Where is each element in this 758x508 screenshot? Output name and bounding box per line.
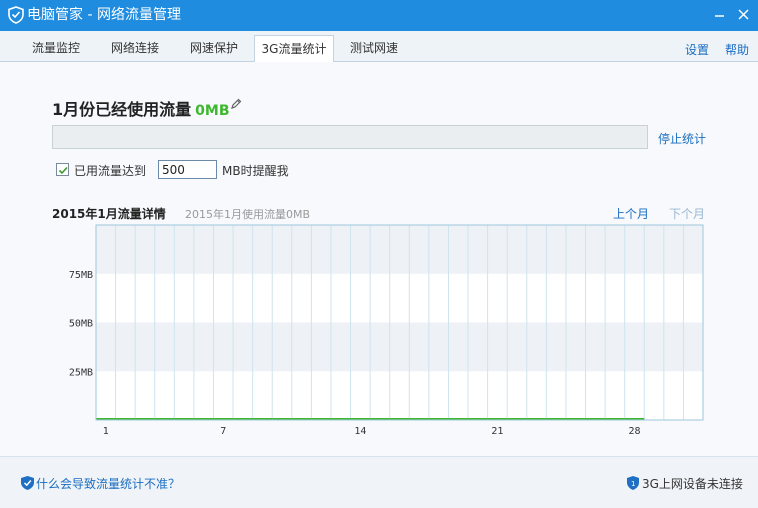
edit-pencil-icon[interactable] bbox=[230, 98, 242, 110]
usage-amount: 0MB bbox=[195, 103, 230, 119]
chart-band bbox=[96, 273, 703, 323]
title-bar: 电脑管家 - 网络流量管理 bbox=[0, 0, 758, 31]
chart-xtick-label: 7 bbox=[220, 426, 226, 437]
chart-xtick-label: 28 bbox=[628, 426, 640, 437]
shield-help-icon bbox=[20, 475, 35, 491]
chart-xtick-label: 21 bbox=[491, 426, 503, 437]
close-button[interactable] bbox=[734, 5, 754, 25]
help-link[interactable]: 帮助 bbox=[725, 41, 749, 58]
usage-heading-text: 1月份已经使用流量 bbox=[52, 100, 192, 119]
alert-suffix: MB时提醒我 bbox=[222, 164, 289, 178]
chart-band bbox=[96, 371, 703, 420]
chart-ytick-label: 75MB bbox=[69, 270, 93, 281]
shield-logo-icon bbox=[7, 6, 25, 24]
tab-speed-protection[interactable]: 网速保护 bbox=[178, 35, 250, 62]
daily-usage-chart: 25MB 50MB 75MB 1 7 14 21 28 bbox=[69, 224, 704, 437]
chart-band bbox=[96, 225, 703, 274]
usage-heading: 1月份已经使用流量 0MB bbox=[52, 96, 229, 120]
chart-ytick-label: 25MB bbox=[69, 367, 93, 378]
detail-title: 2015年1月流量详情 bbox=[52, 207, 166, 221]
window-title: 电脑管家 - 网络流量管理 bbox=[27, 7, 181, 23]
tab-traffic-monitor[interactable]: 流量监控 bbox=[20, 35, 92, 62]
next-month-link[interactable]: 下个月 bbox=[669, 205, 705, 222]
minimize-button[interactable] bbox=[710, 5, 730, 25]
settings-link[interactable]: 设置 bbox=[685, 41, 709, 58]
stop-statistics-link[interactable]: 停止统计 bbox=[658, 130, 706, 147]
chart-xtick-label: 14 bbox=[354, 426, 366, 437]
svg-text:1: 1 bbox=[631, 480, 635, 488]
alert-checkbox[interactable] bbox=[56, 163, 69, 176]
shield-device-icon: 1 bbox=[626, 475, 640, 491]
alert-limit-input[interactable] bbox=[158, 160, 217, 179]
previous-month-link[interactable]: 上个月 bbox=[613, 205, 649, 222]
alert-label: 已用流量达到 bbox=[74, 164, 147, 178]
tab-network-connections[interactable]: 网络连接 bbox=[99, 35, 171, 62]
inaccurate-stats-help-link[interactable]: 什么会导致流量统计不准？ bbox=[36, 475, 180, 492]
tab-3g-statistics[interactable]: 3G流量统计 bbox=[254, 35, 334, 63]
chart-band bbox=[96, 322, 703, 372]
checkmark-icon bbox=[58, 166, 68, 175]
tab-speed-test[interactable]: 测试网速 bbox=[338, 35, 410, 62]
chart-ytick-label: 50MB bbox=[69, 319, 93, 330]
usage-progress-bar bbox=[52, 125, 648, 149]
detail-subtitle: 2015年1月使用流量0MB bbox=[185, 208, 311, 221]
tab-bar: 流量监控 网络连接 网速保护 3G流量统计 测试网速 设置 帮助 bbox=[0, 31, 758, 63]
chart-xtick-label: 1 bbox=[103, 426, 109, 437]
device-status-text: 3G上网设备未连接 bbox=[642, 477, 743, 491]
